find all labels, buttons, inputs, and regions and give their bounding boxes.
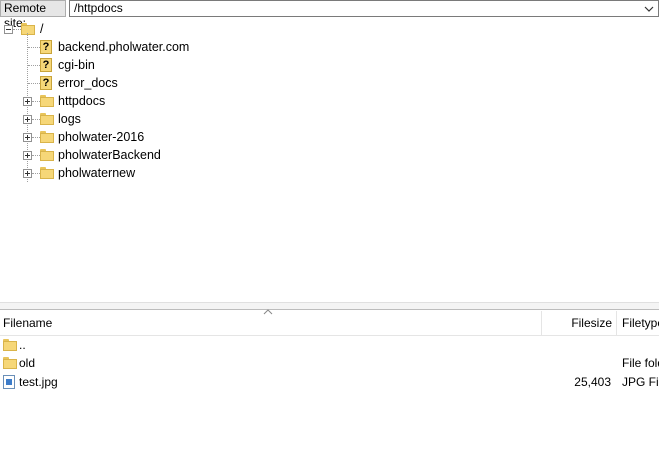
- tree-item-label: error_docs: [58, 76, 118, 90]
- tree-item-backend-pholwater[interactable]: ? backend.pholwater.com: [0, 38, 260, 56]
- file-name: test.jpg: [19, 375, 58, 389]
- file-size: 25,403: [574, 375, 611, 389]
- pane-splitter[interactable]: [0, 302, 659, 310]
- file-row-test-jpg[interactable]: test.jpg 25,403 JPG File: [0, 373, 659, 391]
- folder-icon: [40, 95, 54, 107]
- remote-site-bar: Remote site: /httpdocs: [0, 0, 659, 30]
- question-folder-icon: ?: [40, 76, 52, 90]
- tree-item-label: backend.pholwater.com: [58, 40, 190, 54]
- folder-icon: [40, 113, 54, 125]
- tree-item-pholwaterbackend[interactable]: pholwaterBackend: [0, 146, 260, 164]
- expand-icon[interactable]: [23, 169, 32, 178]
- column-header-filetype[interactable]: Filetype: [622, 311, 659, 335]
- file-type: JPG File: [622, 375, 659, 389]
- tree-item-pholwater-2016[interactable]: pholwater-2016: [0, 128, 260, 146]
- tree-item-logs[interactable]: logs: [0, 110, 260, 128]
- tree-item-error-docs[interactable]: ? error_docs: [0, 74, 260, 92]
- column-header-filename[interactable]: Filename: [3, 311, 533, 335]
- file-name: ..: [19, 338, 26, 352]
- tree-root-label: /: [40, 22, 44, 36]
- tree-item-label: pholwater-2016: [58, 130, 145, 144]
- chevron-down-icon[interactable]: [644, 4, 654, 14]
- tree-item-httpdocs[interactable]: httpdocs: [0, 92, 260, 110]
- expand-icon[interactable]: [23, 97, 32, 106]
- tree-item-label: pholwaterBackend: [58, 148, 161, 162]
- expand-icon[interactable]: [23, 115, 32, 124]
- image-file-icon: [3, 375, 15, 389]
- remote-path-input[interactable]: /httpdocs: [69, 0, 659, 17]
- folder-icon: [40, 149, 54, 161]
- file-type: File folder: [622, 356, 659, 370]
- file-name: old: [19, 356, 36, 370]
- expand-icon[interactable]: [23, 151, 32, 160]
- tree-item-label: httpdocs: [58, 94, 106, 108]
- file-row-old[interactable]: old File folder: [0, 354, 659, 372]
- folder-icon: [3, 339, 17, 351]
- tree-item-label: logs: [58, 112, 81, 126]
- column-header-filesize[interactable]: Filesize: [542, 311, 612, 335]
- folder-icon: [40, 131, 54, 143]
- question-folder-icon: ?: [40, 40, 52, 54]
- folder-icon: [21, 23, 35, 35]
- tree-item-pholwaternew[interactable]: pholwaternew: [0, 164, 260, 182]
- remote-path-value: /httpdocs: [74, 1, 123, 15]
- tree-item-label: pholwaternew: [58, 166, 136, 180]
- tree-item-cgi-bin[interactable]: ? cgi-bin: [0, 56, 260, 74]
- expand-icon[interactable]: [23, 133, 32, 142]
- tree-root[interactable]: /: [0, 20, 200, 38]
- folder-icon: [40, 167, 54, 179]
- remote-directory-tree[interactable]: / ? backend.pholwater.com ? cgi-bin ? er…: [0, 19, 659, 301]
- file-row-parent[interactable]: ..: [0, 336, 659, 354]
- tree-item-label: cgi-bin: [58, 58, 95, 72]
- collapse-icon[interactable]: [4, 25, 13, 34]
- folder-icon: [3, 357, 17, 369]
- remote-site-label: Remote site:: [0, 0, 66, 30]
- question-folder-icon: ?: [40, 58, 52, 72]
- file-list-header: Filename Filesize Filetype: [0, 309, 659, 336]
